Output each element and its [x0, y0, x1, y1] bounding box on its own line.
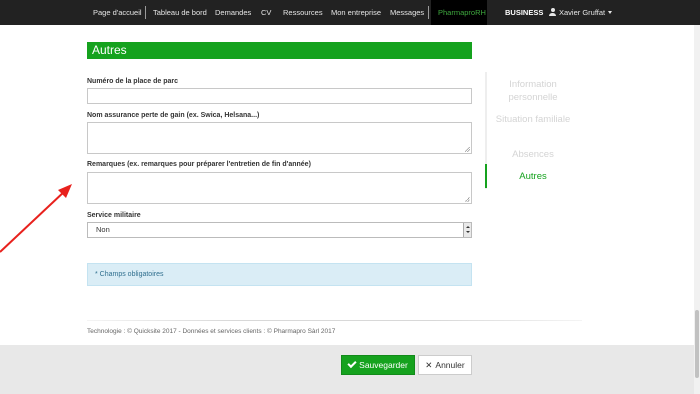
required-fields-note: * Champs obligatoires [87, 263, 472, 286]
remarks-label: Remarques (ex. remarques pour préparer l… [87, 161, 311, 168]
insurance-label: Nom assurance perte de gain (ex. Swica, … [87, 112, 260, 119]
military-label: Service militaire [87, 212, 141, 219]
parking-input[interactable] [87, 88, 472, 104]
caret-down-icon [608, 11, 613, 14]
insurance-textarea[interactable] [87, 122, 472, 154]
parking-label: Numéro de la place de parc [87, 78, 179, 85]
footer-copyright: Technologie : © Quicksite 2017 - Données… [87, 328, 336, 335]
page-scrollbar[interactable] [694, 25, 700, 394]
save-button-label: Sauvegarder [359, 360, 408, 370]
military-select-value: Non [96, 225, 110, 234]
user-name: Xavier Gruffat [559, 8, 606, 17]
nav-cv[interactable]: CV [261, 0, 271, 25]
close-icon: ✕ [425, 360, 433, 370]
side-nav-other[interactable]: Autres [493, 170, 573, 183]
nav-separator [428, 6, 429, 19]
nav-pharmaprorh[interactable]: PharmaproRH [438, 0, 486, 25]
remarks-textarea[interactable] [87, 172, 472, 204]
top-navbar: Page d'accueil Tableau de bord Demandes … [0, 0, 700, 25]
resize-handle-icon[interactable] [465, 197, 470, 202]
nav-home[interactable]: Page d'accueil [93, 0, 142, 25]
select-spinner-icon[interactable] [463, 223, 471, 237]
nav-dashboard[interactable]: Tableau de bord [153, 0, 207, 25]
side-nav-active-indicator [485, 164, 487, 188]
side-nav-family-situation[interactable]: Situation familiale [493, 113, 573, 126]
side-navigation: Information personnelle Situation famili… [485, 72, 585, 189]
side-nav-personal-info[interactable]: Information personnelle [493, 78, 573, 104]
check-icon [347, 358, 357, 369]
annotation-arrow-icon [0, 184, 72, 253]
save-button[interactable]: Sauvegarder [341, 355, 415, 375]
resize-handle-icon[interactable] [465, 147, 470, 152]
military-select[interactable]: Non [87, 222, 472, 238]
side-nav-absences[interactable]: Absences [493, 148, 573, 161]
nav-requests[interactable]: Demandes [215, 0, 251, 25]
user-menu[interactable]: Xavier Gruffat [549, 0, 613, 25]
nav-messages[interactable]: Messages [390, 0, 424, 25]
scrollbar-thumb[interactable] [695, 310, 699, 378]
footer-divider [87, 320, 582, 321]
nav-my-company[interactable]: Mon entreprise [331, 0, 381, 25]
nav-resources[interactable]: Ressources [283, 0, 323, 25]
cancel-button[interactable]: ✕ Annuler [418, 355, 472, 375]
nav-business[interactable]: BUSINESS [505, 0, 543, 25]
nav-separator [145, 6, 146, 19]
section-title: Autres [87, 42, 472, 59]
cancel-button-label: Annuler [435, 360, 465, 370]
user-icon [549, 8, 556, 16]
